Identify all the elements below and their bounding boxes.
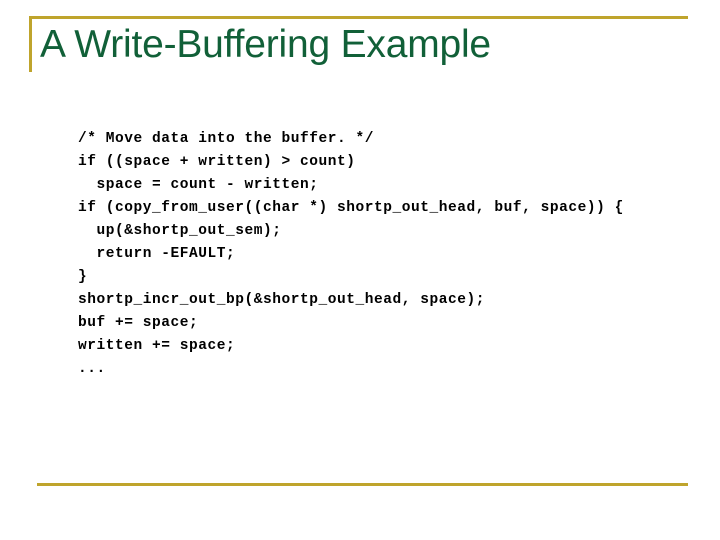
title-top-rule: [29, 16, 688, 19]
slide: A Write-Buffering Example /* Move data i…: [0, 0, 720, 540]
code-line: written += space;: [78, 338, 236, 354]
code-line: up(&shortp_out_sem);: [78, 223, 282, 239]
title-area: A Write-Buffering Example: [29, 16, 688, 72]
code-line: buf += space;: [78, 315, 199, 331]
code-line: ...: [78, 361, 106, 377]
code-block: /* Move data into the buffer. */ if ((sp…: [78, 128, 698, 381]
code-line: if ((space + written) > count): [78, 154, 356, 170]
title-left-rule: [29, 16, 32, 72]
code-line: shortp_incr_out_bp(&shortp_out_head, spa…: [78, 292, 486, 308]
page-title: A Write-Buffering Example: [40, 23, 491, 66]
code-line: return -EFAULT;: [78, 246, 236, 262]
code-line: }: [78, 269, 88, 285]
code-line: /* Move data into the buffer. */: [78, 131, 375, 147]
code-line: if (copy_from_user((char *) shortp_out_h…: [78, 200, 624, 216]
code-line: space = count - written;: [78, 177, 319, 193]
footer-rule: [37, 483, 688, 486]
